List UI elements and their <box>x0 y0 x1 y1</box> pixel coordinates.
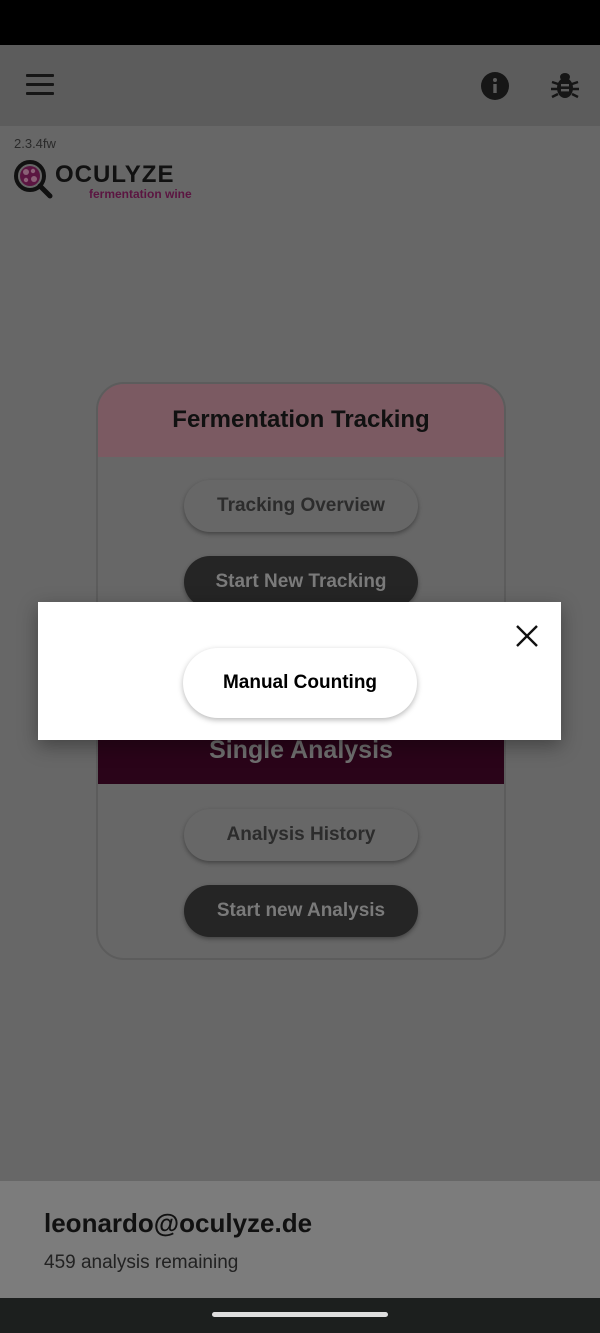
logo-subtitle: fermentation wine <box>89 187 192 201</box>
fermentation-tracking-title: Fermentation Tracking <box>172 406 430 433</box>
tracking-overview-button[interactable]: Tracking Overview <box>184 480 418 532</box>
start-new-analysis-button[interactable]: Start new Analysis <box>184 885 418 937</box>
app-bar <box>0 45 600 126</box>
analysis-history-button[interactable]: Analysis History <box>184 809 418 861</box>
info-icon[interactable] <box>480 71 510 101</box>
logo-wordmark: OCULYZE <box>55 161 175 188</box>
menu-icon[interactable] <box>26 74 54 96</box>
oculyze-logo: OCULYZE fermentation wine <box>12 156 212 202</box>
start-new-tracking-button[interactable]: Start New Tracking <box>184 556 418 608</box>
app-version: 2.3.4fw <box>14 136 56 151</box>
magnifier-logo-icon <box>14 160 53 199</box>
status-bar <box>0 0 600 45</box>
single-analysis-title: Single Analysis <box>209 736 393 764</box>
analysis-remaining: 459 analysis remaining <box>44 1252 239 1273</box>
counting-dialog: Manual Counting <box>38 602 561 740</box>
navigation-bar <box>0 1298 600 1333</box>
account-footer: leonardo@oculyze.de 459 analysis remaini… <box>0 1181 600 1298</box>
bug-icon[interactable] <box>549 69 581 101</box>
home-gesture-handle[interactable] <box>212 1312 388 1317</box>
manual-counting-button[interactable]: Manual Counting <box>183 648 417 718</box>
close-icon[interactable] <box>515 624 539 648</box>
user-email: leonardo@oculyze.de <box>44 1208 313 1238</box>
